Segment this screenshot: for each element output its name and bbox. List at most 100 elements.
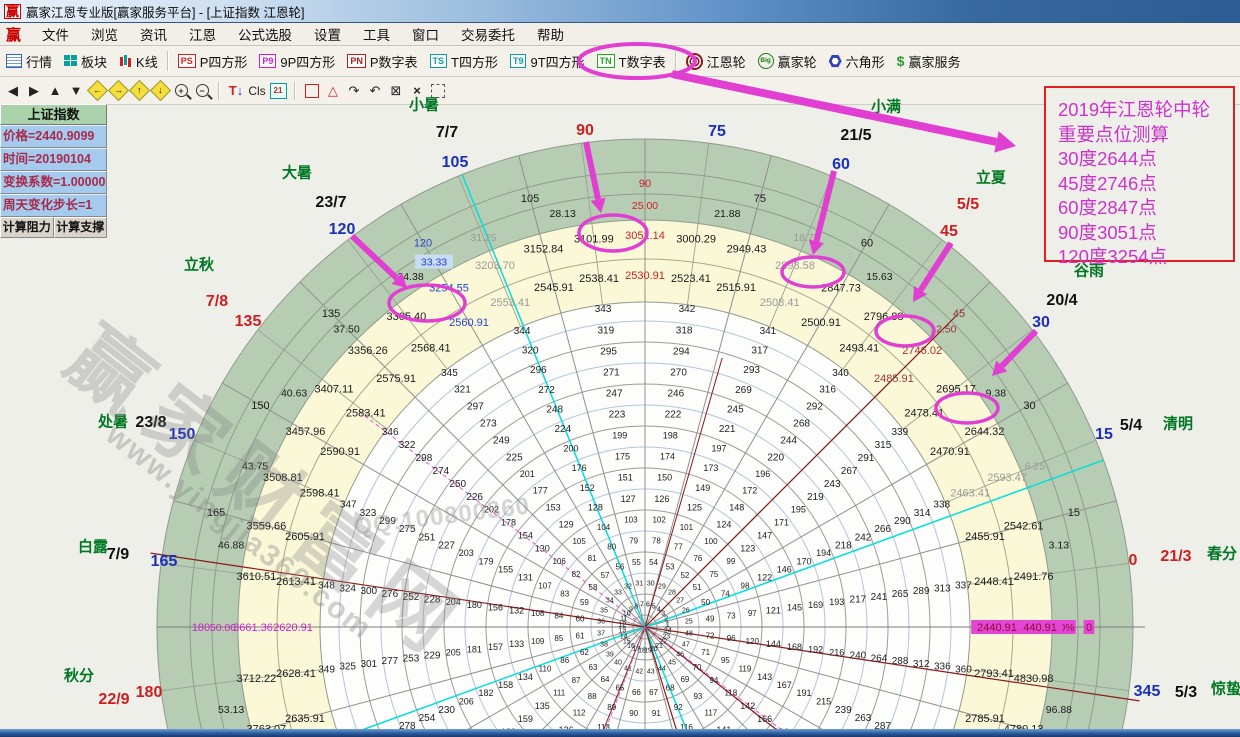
svg-text:46: 46 [676, 651, 684, 658]
svg-text:339: 339 [891, 427, 908, 438]
svg-text:31.25: 31.25 [470, 232, 496, 244]
svg-text:6.25: 6.25 [1025, 460, 1046, 472]
wheel-outer-label-大暑: 大暑 [282, 163, 312, 181]
svg-text:297: 297 [467, 402, 484, 413]
svg-text:151: 151 [618, 473, 633, 483]
svg-text:38: 38 [600, 641, 608, 648]
svg-text:249: 249 [493, 435, 510, 446]
svg-text:36: 36 [597, 619, 605, 626]
svg-text:199: 199 [612, 430, 627, 440]
svg-text:77: 77 [674, 543, 683, 552]
svg-text:222: 222 [665, 410, 682, 421]
svg-text:348: 348 [318, 581, 335, 592]
svg-text:4830.98: 4830.98 [1014, 673, 1054, 685]
info-row-0: 价格=2440.9099 [0, 125, 107, 148]
svg-text:4: 4 [657, 606, 661, 613]
svg-text:29: 29 [658, 584, 666, 591]
svg-text:152: 152 [580, 483, 595, 493]
svg-text:2613.41: 2613.41 [276, 576, 316, 588]
svg-text:34.38: 34.38 [397, 271, 423, 283]
svg-text:316: 316 [819, 385, 836, 396]
svg-text:299: 299 [379, 516, 396, 527]
info-row-1: 时间=20190104 [0, 148, 107, 171]
info-row-2: 变换系数=1.00000 [0, 171, 107, 194]
svg-text:127: 127 [621, 494, 636, 504]
svg-text:45: 45 [668, 660, 676, 667]
svg-text:2847.73: 2847.73 [821, 282, 861, 294]
svg-text:315: 315 [875, 440, 892, 451]
svg-text:97: 97 [748, 609, 757, 618]
svg-text:171: 171 [774, 517, 789, 527]
svg-text:2463.41: 2463.41 [950, 487, 990, 499]
svg-text:8: 8 [634, 603, 638, 610]
svg-text:215: 215 [816, 696, 831, 706]
svg-text:96.88: 96.88 [1046, 704, 1072, 716]
wheel-outer-label-立秋: 立秋 [184, 255, 215, 273]
svg-text:51: 51 [693, 583, 702, 592]
note-line: 120度3254点 [1058, 245, 1233, 270]
button-计算阻力[interactable]: 计算阻力 [0, 217, 54, 238]
svg-text:133: 133 [509, 639, 524, 649]
svg-text:239: 239 [835, 705, 852, 716]
svg-text:203: 203 [459, 548, 474, 558]
svg-text:37.50: 37.50 [333, 323, 359, 335]
svg-text:155: 155 [498, 565, 513, 575]
svg-text:28: 28 [668, 589, 676, 596]
svg-text:2500.91: 2500.91 [801, 317, 841, 329]
svg-text:226: 226 [466, 492, 483, 503]
svg-text:228: 228 [424, 595, 441, 606]
svg-text:121: 121 [766, 605, 781, 615]
svg-text:48: 48 [685, 630, 693, 637]
svg-text:3101.99: 3101.99 [574, 233, 614, 245]
svg-text:2568.41: 2568.41 [411, 343, 451, 355]
svg-text:289: 289 [913, 586, 930, 597]
svg-text:147: 147 [757, 530, 772, 540]
svg-text:2593.47: 2593.47 [987, 472, 1027, 484]
svg-text:296: 296 [530, 365, 547, 376]
svg-text:75: 75 [754, 193, 766, 205]
svg-text:344: 344 [514, 326, 531, 337]
svg-text:3508.81: 3508.81 [263, 472, 303, 484]
svg-text:63: 63 [589, 663, 598, 672]
svg-text:2746.02: 2746.02 [902, 345, 942, 357]
svg-text:2605.91: 2605.91 [285, 531, 325, 543]
svg-text:2470.91: 2470.91 [930, 446, 970, 458]
svg-text:322: 322 [399, 440, 416, 451]
svg-text:21.88: 21.88 [714, 208, 740, 220]
svg-text:150: 150 [657, 473, 672, 483]
svg-text:45: 45 [953, 308, 965, 320]
svg-text:345: 345 [441, 368, 458, 379]
wheel-outer-label-5/4: 5/4 [1120, 417, 1142, 434]
svg-text:194: 194 [816, 548, 831, 558]
wheel-outer-label-180: 180 [136, 684, 163, 701]
svg-text:336: 336 [934, 662, 951, 673]
svg-text:2455.91: 2455.91 [965, 531, 1005, 543]
svg-text:43: 43 [647, 668, 655, 675]
svg-text:41: 41 [624, 665, 632, 672]
svg-text:125: 125 [687, 503, 702, 513]
svg-text:87: 87 [572, 676, 581, 685]
svg-text:323: 323 [360, 508, 377, 519]
svg-text:270: 270 [670, 368, 687, 379]
wheel-outer-label-20/4: 20/4 [1046, 292, 1077, 309]
svg-text:2575.91: 2575.91 [376, 373, 416, 385]
svg-text:170: 170 [796, 556, 811, 566]
svg-text:80: 80 [607, 543, 616, 552]
svg-text:57: 57 [601, 571, 610, 580]
svg-text:227: 227 [438, 540, 455, 551]
svg-text:110: 110 [539, 664, 552, 673]
svg-text:122: 122 [757, 573, 772, 583]
svg-text:175: 175 [615, 452, 630, 462]
svg-text:93: 93 [693, 692, 702, 701]
svg-text:217: 217 [850, 595, 867, 606]
svg-text:180: 180 [467, 600, 482, 610]
svg-text:2644.32: 2644.32 [965, 426, 1005, 438]
svg-text:2793.41: 2793.41 [974, 668, 1014, 680]
svg-text:3152.84: 3152.84 [524, 243, 564, 255]
svg-text:224: 224 [554, 424, 571, 435]
button-计算支撑[interactable]: 计算支撑 [54, 217, 108, 238]
svg-text:96: 96 [727, 634, 736, 643]
svg-text:2635.91: 2635.91 [285, 713, 325, 725]
svg-text:3457.96: 3457.96 [286, 426, 326, 438]
note-line: 2019年江恩轮中轮 [1058, 98, 1233, 123]
